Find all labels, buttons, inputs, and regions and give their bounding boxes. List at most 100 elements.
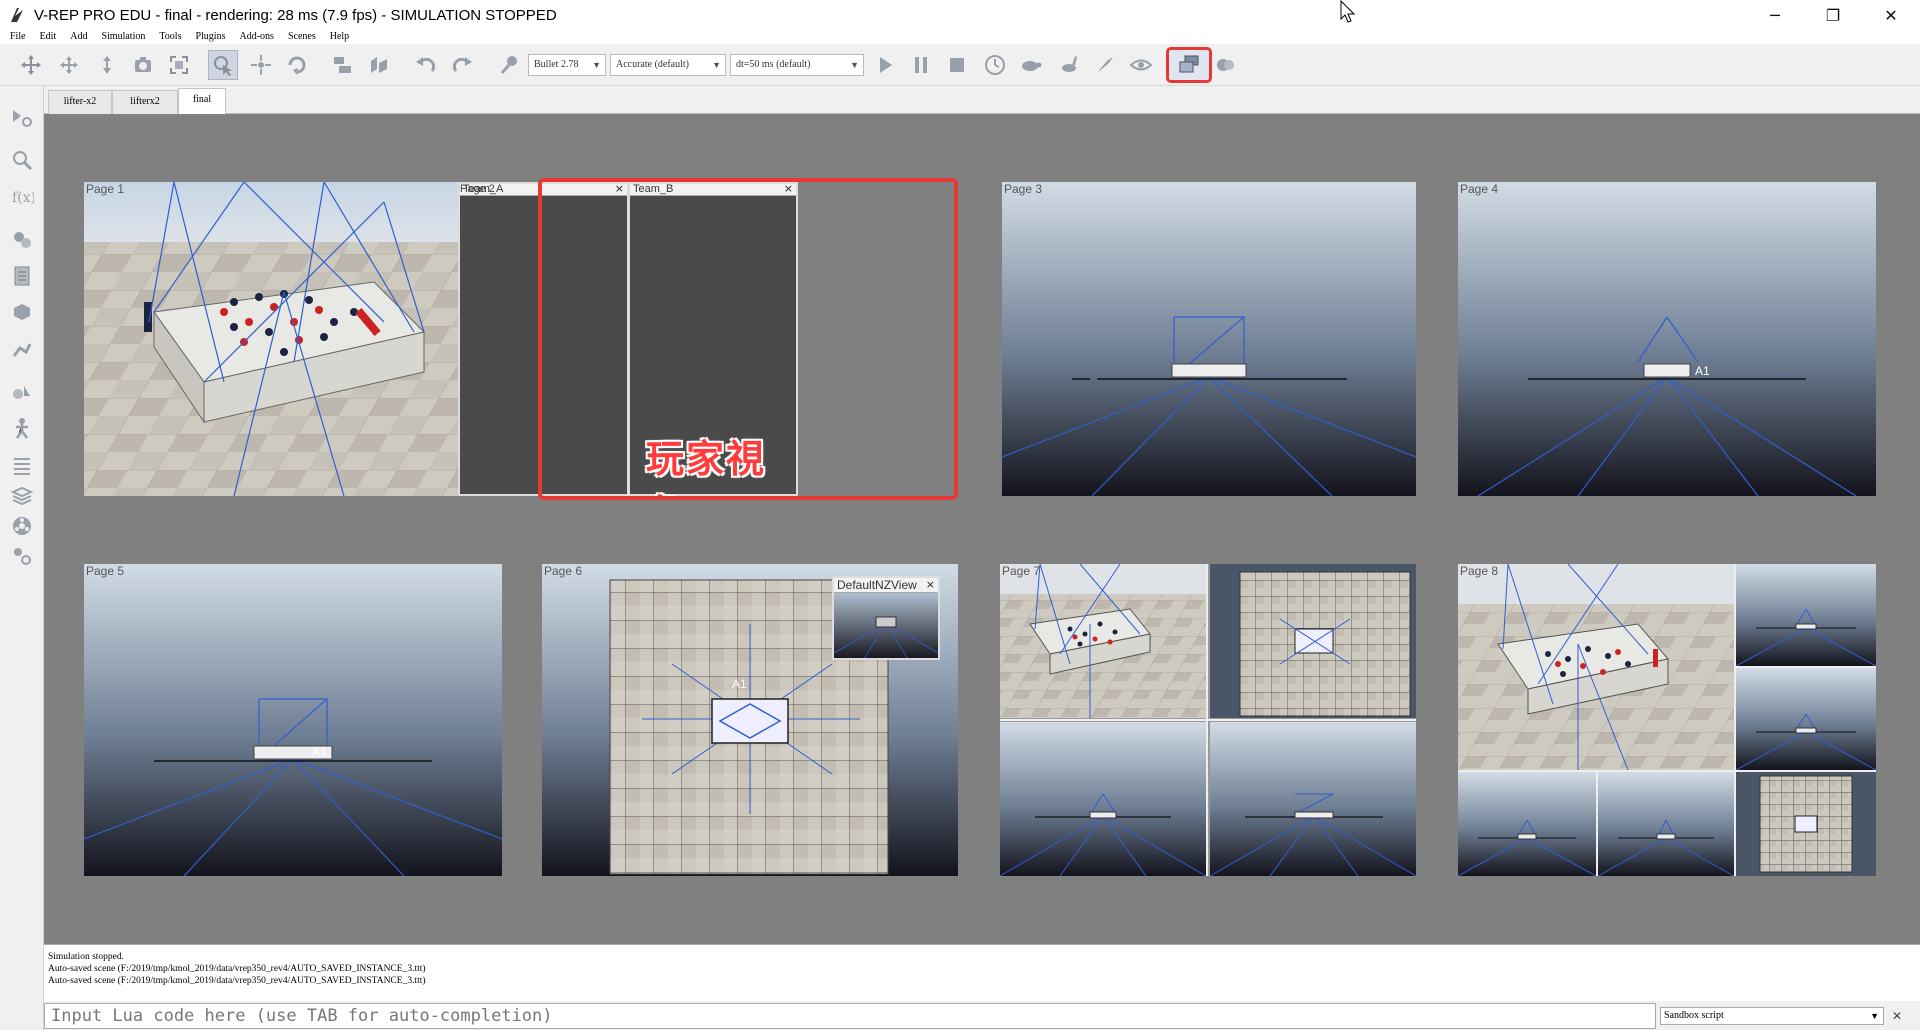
motion-planning-icon[interactable] (8, 542, 36, 570)
accuracy-select[interactable]: Accurate (default) ▼ (610, 54, 726, 76)
selection-icon[interactable] (8, 146, 36, 174)
calculation-modules-icon[interactable] (8, 298, 36, 326)
script-type-select[interactable]: Sandbox script ▼ (1660, 1007, 1884, 1025)
title-bar: V-REP PRO EDU - final - rendering: 28 ms… (0, 0, 1920, 30)
physics-engine-select[interactable]: Bullet 2.78 ▼ (528, 54, 606, 76)
close-icon[interactable]: ✕ (1892, 1009, 1902, 1023)
menu-file[interactable]: File (10, 30, 26, 44)
close-icon[interactable]: × (926, 578, 935, 592)
menu-plugins[interactable]: Plugins (195, 30, 225, 44)
scene-selector-icon[interactable] (1210, 50, 1240, 80)
page-7-label: Page 7 (1002, 564, 1041, 578)
lua-command-bar: Input Lua code here (use TAB for auto-co… (44, 1001, 1920, 1030)
menu-add-ons[interactable]: Add-ons (239, 30, 273, 44)
scripts-icon[interactable] (8, 378, 36, 406)
camera-angle-icon[interactable] (128, 50, 158, 80)
page-5-label: Page 5 (86, 564, 125, 578)
menu-help[interactable]: Help (330, 30, 349, 44)
camera-shift-icon[interactable] (92, 50, 122, 80)
console-line: Auto-saved scene (F:/2019/tmp/kmol_2019/… (48, 964, 426, 974)
menu-scenes[interactable]: Scenes (288, 30, 316, 44)
left-toolbar: f(x) (0, 86, 44, 1030)
marker-label: A1 (1695, 364, 1710, 378)
page-2-label: Page 2 (460, 183, 495, 195)
multi-view-render (1000, 564, 1416, 876)
tab-lifter-x2[interactable]: lifter-x2 (48, 90, 112, 114)
click-selection-icon[interactable] (208, 50, 238, 80)
lua-command-input[interactable]: Input Lua code here (use TAB for auto-co… (44, 1003, 1656, 1029)
object-rotate-icon[interactable] (282, 50, 312, 80)
camera-pan-icon[interactable] (16, 50, 46, 80)
menu-add[interactable]: Add (70, 30, 87, 44)
page-3-label: Page 3 (1004, 182, 1043, 196)
page-8-label: Page 8 (1460, 564, 1499, 578)
user-settings-icon[interactable] (8, 482, 36, 510)
front-view-render: A1 (84, 564, 502, 876)
page-6-thumbnail[interactable]: A1 Page 6 DefaultNZView × (542, 564, 958, 876)
threaded-rendering-icon[interactable] (1090, 50, 1120, 80)
tab-lifterx2[interactable]: lifterx2 (112, 90, 178, 114)
vrep-logo-icon (6, 4, 28, 26)
redo-icon[interactable] (448, 50, 478, 80)
page-selector-view: Page 1 Team_A× Team_B× Page 2 玩家視角 (44, 114, 1920, 944)
menu-tools[interactable]: Tools (159, 30, 181, 44)
speed-up-icon[interactable] (1054, 50, 1084, 80)
menu-bar: File Edit Add Simulation Tools Plugins A… (0, 30, 1920, 44)
camera-rotate-icon[interactable] (54, 50, 84, 80)
slow-down-icon[interactable] (1016, 50, 1046, 80)
pause-simulation-icon[interactable] (906, 50, 936, 80)
dynamics-settings-icon[interactable] (494, 50, 524, 80)
restore-button[interactable]: ❐ (1804, 0, 1862, 30)
stop-simulation-icon[interactable] (942, 50, 972, 80)
console-line: Auto-saved scene (F:/2019/tmp/kmol_2019/… (48, 976, 426, 986)
page-6-label: Page 6 (544, 564, 583, 578)
front-view-render (1002, 182, 1416, 496)
default-nz-view-inset[interactable]: DefaultNZView × (832, 576, 940, 660)
mouse-cursor-icon (1340, 0, 1356, 29)
perspective-scene-render (84, 182, 502, 496)
marker-label: A1 (312, 745, 327, 759)
start-simulation-icon[interactable] (870, 50, 900, 80)
page-4-thumbnail[interactable]: A1 Page 4 (1458, 182, 1876, 496)
page-7-thumbnail[interactable]: Page 7 (1000, 564, 1416, 876)
scene-tabs: lifter-x2 lifterx2 final (44, 86, 1920, 114)
undo-icon[interactable] (410, 50, 440, 80)
model-browser-icon[interactable] (8, 226, 36, 254)
page-1-thumbnail[interactable]: Page 1 (84, 182, 502, 496)
assemble-icon[interactable] (328, 50, 358, 80)
multi-view-render (1458, 564, 1876, 876)
inset-render (834, 593, 938, 658)
vrep-window: V-REP PRO EDU - final - rendering: 28 ms… (0, 0, 1920, 1030)
simulation-settings-icon[interactable] (8, 104, 36, 132)
transfer-dna-icon[interactable] (364, 50, 394, 80)
status-bar-console: Simulation stopped. Auto-saved scene (F:… (44, 944, 1920, 1000)
page-selector-icon[interactable] (1166, 47, 1212, 83)
shapes-icon[interactable] (8, 414, 36, 442)
close-button[interactable]: ✕ (1862, 0, 1920, 30)
history-icon[interactable] (8, 452, 36, 480)
window-title: V-REP PRO EDU - final - rendering: 28 ms… (34, 6, 557, 24)
page-8-thumbnail[interactable]: Page 8 (1458, 564, 1876, 876)
layers-icon[interactable] (8, 262, 36, 290)
timestep-select[interactable]: dt=50 ms (default) ▼ (730, 54, 864, 76)
highlight-frame (538, 178, 958, 500)
tab-final[interactable]: final (178, 88, 226, 114)
path-planning-icon[interactable] (8, 512, 36, 540)
menu-edit[interactable]: Edit (40, 30, 57, 44)
visualization-toggle-icon[interactable] (1126, 50, 1156, 80)
page-5-thumbnail[interactable]: A1 Page 5 (84, 564, 502, 876)
real-time-icon[interactable] (980, 50, 1010, 80)
side-view-render: A1 (1458, 182, 1876, 496)
minimize-button[interactable]: ─ (1746, 0, 1804, 30)
page-3-thumbnail[interactable]: Page 3 (1002, 182, 1416, 496)
scene-hierarchy-icon[interactable]: f(x) (8, 182, 36, 210)
page-1-label: Page 1 (86, 182, 125, 196)
menu-simulation[interactable]: Simulation (101, 30, 145, 44)
inset-view-title: DefaultNZView (837, 578, 917, 592)
fit-to-view-icon[interactable] (164, 50, 194, 80)
collections-icon[interactable] (8, 336, 36, 364)
object-shift-icon[interactable] (246, 50, 276, 80)
marker-label: A1 (732, 677, 747, 691)
console-line: Simulation stopped. (48, 952, 124, 962)
main-toolbar: Bullet 2.78 ▼ Accurate (default) ▼ dt=50 m… (0, 44, 1920, 86)
